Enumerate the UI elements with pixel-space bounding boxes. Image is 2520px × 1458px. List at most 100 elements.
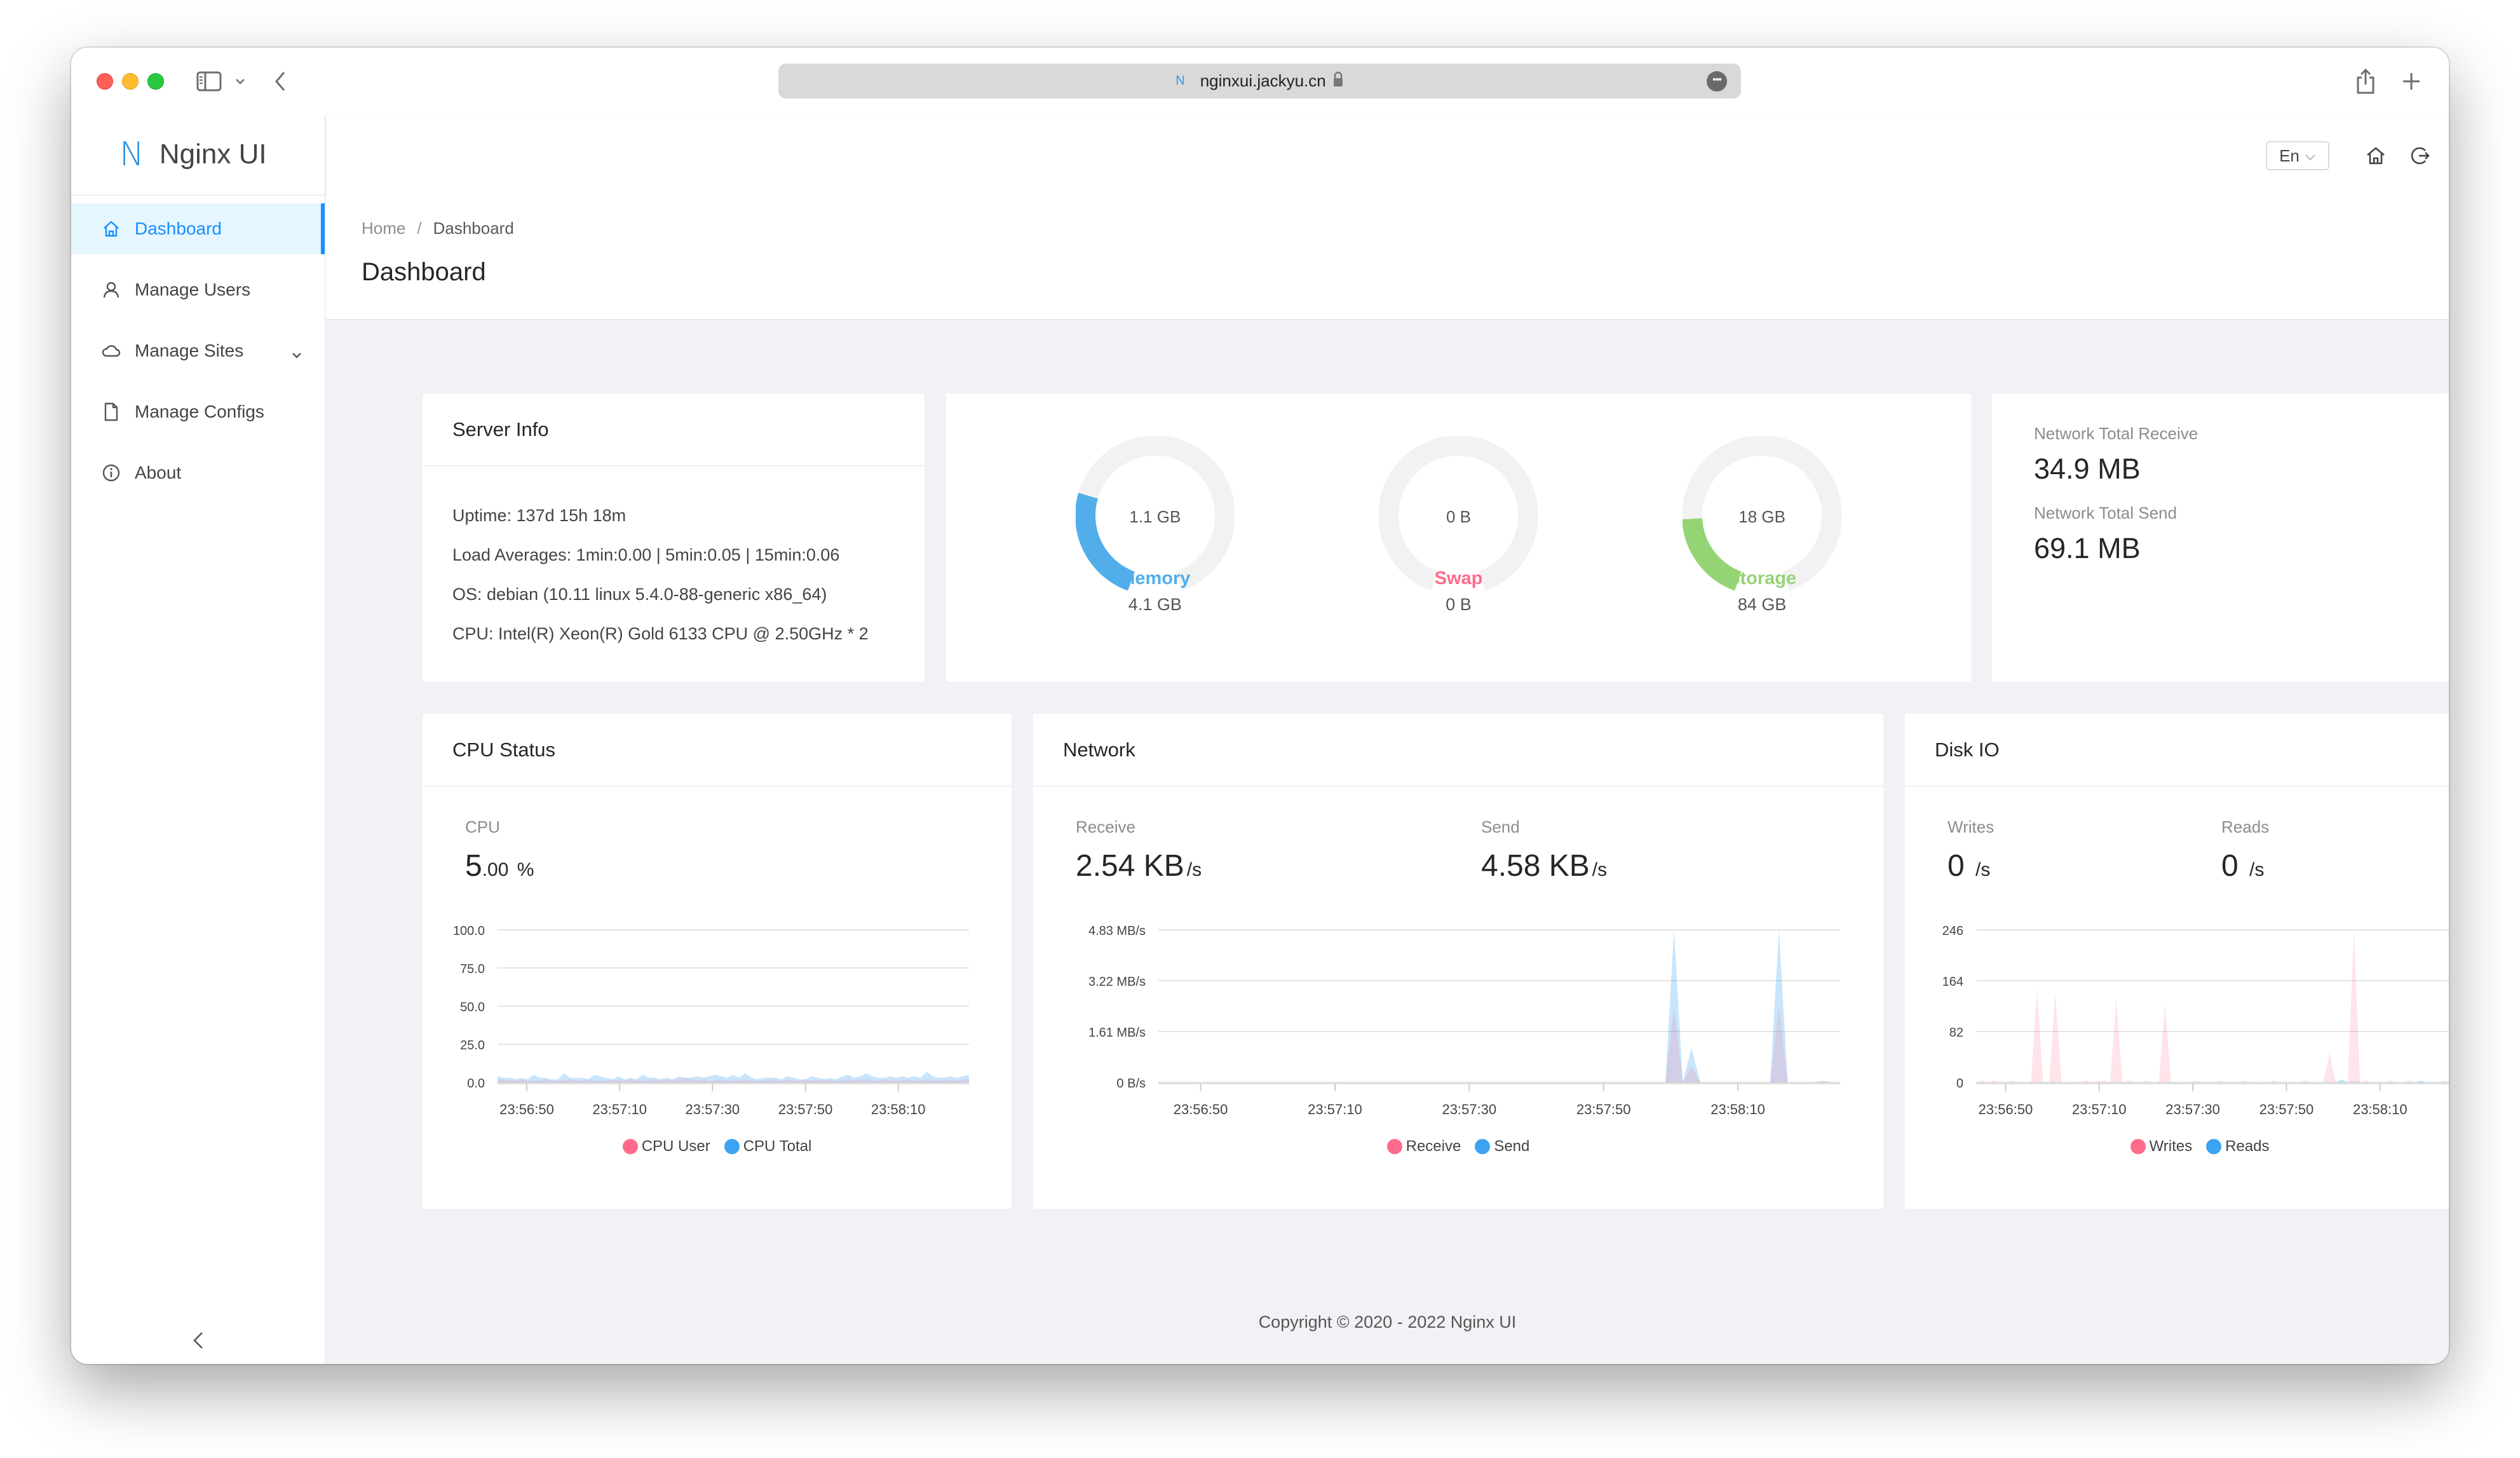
chevron-down-icon <box>292 343 302 364</box>
legend-item-reads[interactable]: Reads <box>2206 1138 2269 1155</box>
cpu-chart-legend: CPU User CPU Total <box>423 1138 1012 1155</box>
share-icon[interactable] <box>2354 67 2377 96</box>
x-tick-label: 23:56:50 <box>1979 1101 2033 1117</box>
send-label: Send <box>1481 817 1520 836</box>
reads-value: 0 <box>2221 849 2239 883</box>
logo-icon: N <box>119 135 144 174</box>
address-bar[interactable]: N nginxui.jackyu.cn ••• <box>778 64 1741 99</box>
minimize-window-button[interactable] <box>122 73 139 90</box>
legend-dot-icon <box>1475 1139 1491 1154</box>
breadcrumb-home[interactable]: Home <box>362 219 405 238</box>
sidebar-item-label: Manage Configs <box>135 402 264 421</box>
chevron-left-icon[interactable] <box>192 1331 207 1350</box>
card-title: CPU Status <box>423 714 1012 787</box>
receive-value: 2.54 KB <box>1076 849 1184 883</box>
sidebar-toggle-icon[interactable] <box>196 67 222 96</box>
sidebar-item-manage-sites[interactable]: Manage Sites <box>71 325 325 376</box>
gauge-used-value: 18 GB <box>1738 507 1785 526</box>
chevron-down-icon[interactable] <box>234 67 247 96</box>
close-window-button[interactable] <box>97 73 113 90</box>
series-area-writes <box>1976 930 2449 1082</box>
writes-label: Writes <box>1948 817 1995 836</box>
card-title: Network <box>1033 714 1883 787</box>
file-icon <box>102 402 121 421</box>
legend-item-send[interactable]: Send <box>1475 1138 1529 1155</box>
more-icon[interactable]: ••• <box>1707 71 1727 92</box>
legend-item-receive[interactable]: Receive <box>1386 1138 1461 1155</box>
gauge-total-value: 0 B <box>1446 595 1472 614</box>
y-tick-label: 4.83 MB/s <box>1088 924 1146 938</box>
legend-label: CPU Total <box>743 1138 812 1155</box>
x-tick-label: 23:58:10 <box>871 1101 926 1117</box>
url-text: nginxui.jackyu.cn <box>1200 71 1326 90</box>
home-icon[interactable] <box>2365 145 2387 167</box>
legend-item-cpu-total[interactable]: CPU Total <box>724 1138 812 1155</box>
load-averages-text: Load Averages: 1min:0.00 | 5min:0.05 | 1… <box>452 545 840 564</box>
disk-io-chart: 246 164 82 0 23:56:50 23:57:10 23:57:30 23:57:5… <box>1942 924 2449 1117</box>
back-icon[interactable] <box>273 67 287 96</box>
lock-icon <box>1332 71 1344 91</box>
maximize-window-button[interactable] <box>147 73 164 90</box>
gauge-total-value: 84 GB <box>1737 595 1787 614</box>
page-title: Dashboard <box>362 258 486 286</box>
footer-copyright: Copyright © 2020 - 2022 Nginx UI <box>1258 1312 1517 1332</box>
sidebar-item-manage-users[interactable]: Manage Users <box>71 264 325 315</box>
gauge-memory: 1.1 GB Memory 4.1 GB <box>1060 436 1250 639</box>
y-tick-label: 82 <box>1949 1026 1963 1040</box>
resource-gauges-card: 1.1 GB Memory 4.1 GB 0 B Swap 0 B 18 GB Storage… <box>946 393 1971 682</box>
disk-io-card: Disk IO Writes 0 /s Reads 0 /s 246 164 82 0… <box>1905 714 2449 1209</box>
network-total-send-value: 69.1 MB <box>2034 532 2141 564</box>
new-tab-icon[interactable] <box>2400 67 2423 96</box>
receive-rate-unit: /s <box>1186 859 1202 880</box>
cloud-icon <box>102 341 121 360</box>
legend-dot-icon <box>2130 1139 2146 1154</box>
legend-item-cpu-user[interactable]: CPU User <box>622 1138 710 1155</box>
x-tick-label: 23:57:30 <box>1442 1101 1496 1117</box>
app-logo[interactable]: N Nginx UI <box>71 114 325 196</box>
cpu-label: CPU <box>465 817 500 836</box>
card-title: Disk IO <box>1905 714 2449 787</box>
y-tick-label: 164 <box>1942 975 1963 989</box>
uptime-text: Uptime: 137d 15h 18m <box>452 506 627 525</box>
x-tick-label: 23:57:30 <box>2165 1101 2220 1117</box>
cpu-chart: 100.0 75.0 50.0 25.0 0.0 23:56:50 23:57:10 23:5… <box>453 924 969 1117</box>
sidebar-item-about[interactable]: About <box>71 447 325 498</box>
send-value: 4.58 KB <box>1481 849 1590 883</box>
sidebar-item-manage-configs[interactable]: Manage Configs <box>71 386 325 437</box>
legend-item-writes[interactable]: Writes <box>2130 1138 2192 1155</box>
y-tick-label: 25.0 <box>460 1039 485 1053</box>
sidebar-item-label: Manage Users <box>135 280 251 299</box>
y-tick-label: 246 <box>1942 924 1963 938</box>
breadcrumb-current: Dashboard <box>433 219 514 238</box>
network-total-receive-label: Network Total Receive <box>2034 424 2198 443</box>
breadcrumb-separator: / <box>417 219 422 238</box>
y-tick-label: 0 <box>1956 1077 1963 1091</box>
writes-value: 0 <box>1948 849 1965 883</box>
writes-stat: Writes 0 /s <box>1948 817 1994 883</box>
sidebar-item-dashboard[interactable]: Dashboard <box>71 203 325 254</box>
legend-label: Reads <box>2225 1138 2270 1155</box>
x-tick-label: 23:58:10 <box>2353 1101 2408 1117</box>
cpu-value-dec: .00 <box>482 859 509 880</box>
x-tick-label: 23:57:10 <box>2072 1101 2127 1117</box>
receive-label: Receive <box>1076 817 1135 836</box>
network-total-receive-value: 34.9 MB <box>2034 453 2141 485</box>
logout-icon[interactable] <box>2409 145 2431 167</box>
os-text: OS: debian (10.11 linux 5.4.0-88-generic… <box>452 585 827 604</box>
send-stat: Send 4.58 KB/s <box>1481 817 1607 883</box>
browser-window: N nginxui.jackyu.cn ••• N Nginx UI Dashb… <box>71 48 2449 1364</box>
cpu-info-text: CPU: Intel(R) Xeon(R) Gold 6133 CPU @ 2.… <box>452 624 869 643</box>
x-tick-label: 23:57:10 <box>592 1101 647 1117</box>
sidebar-item-label: Dashboard <box>135 219 222 238</box>
y-tick-label: 0 B/s <box>1116 1077 1146 1091</box>
cpu-stat: CPU 5.00 % <box>465 817 534 883</box>
network-chart: 4.83 MB/s 3.22 MB/s 1.61 MB/s 0 B/s 23:56:50… <box>1088 924 1840 1117</box>
sidebar-item-label: About <box>135 463 182 482</box>
app-name: Nginx UI <box>159 139 267 170</box>
y-tick-label: 0.0 <box>467 1077 485 1091</box>
x-tick-label: 23:57:50 <box>2259 1101 2314 1117</box>
legend-dot-icon <box>622 1139 638 1154</box>
gauge-label: Storage <box>1728 568 1797 589</box>
language-select[interactable]: En <box>2266 141 2329 170</box>
legend-dot-icon <box>2206 1139 2222 1154</box>
